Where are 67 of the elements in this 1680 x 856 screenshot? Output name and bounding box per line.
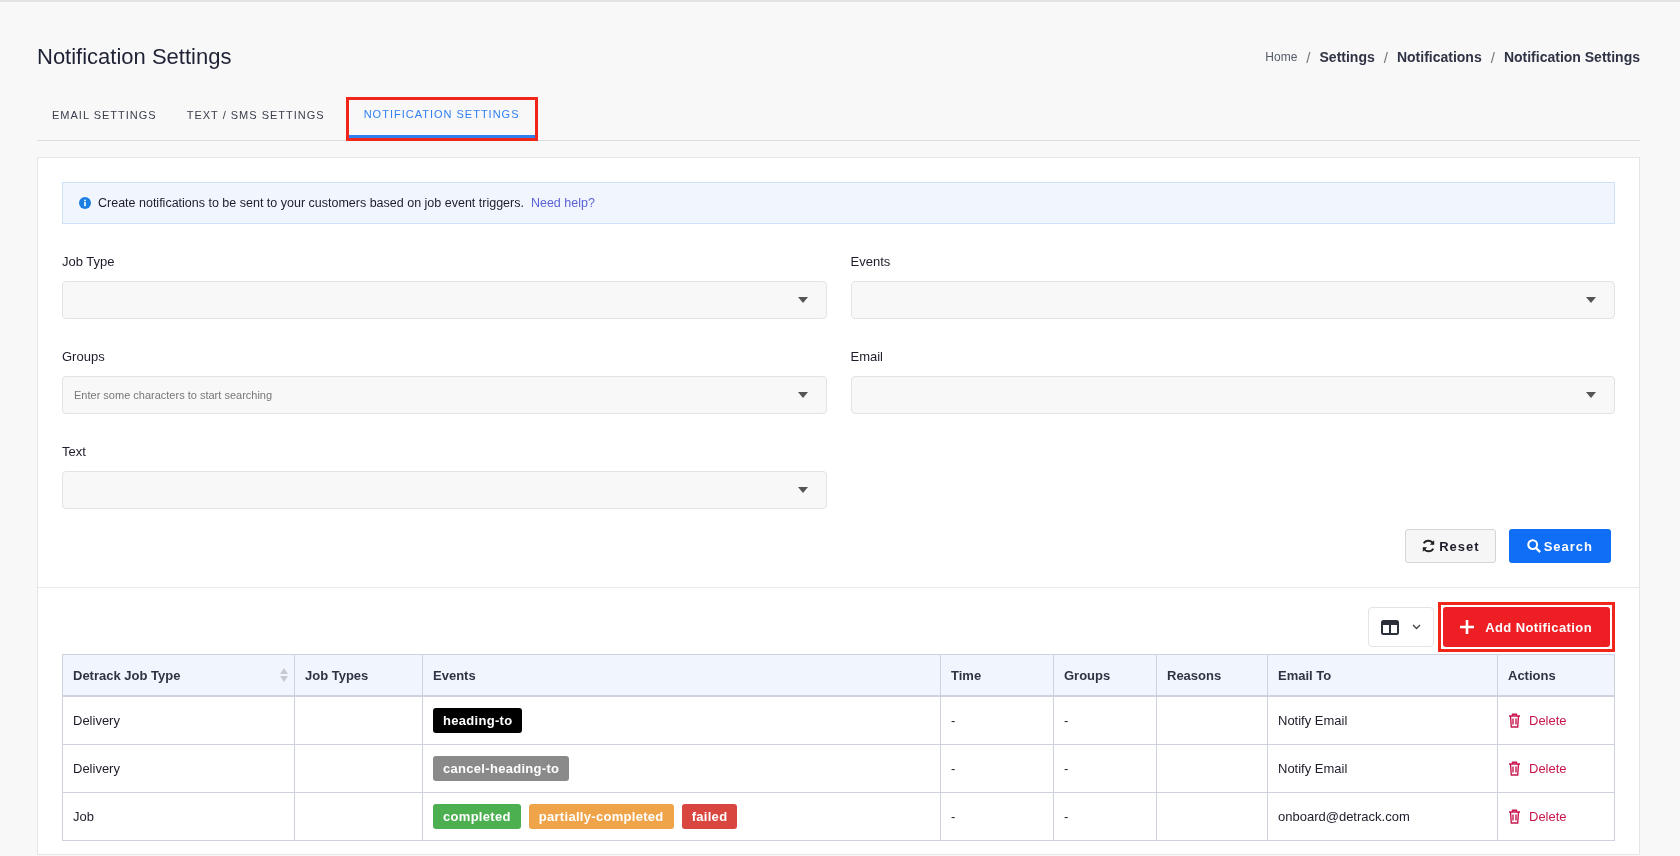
table-cell: -	[940, 744, 1054, 793]
trash-icon	[1508, 713, 1521, 728]
column-header: Job Types	[294, 654, 423, 696]
table-cell: Delivery	[62, 744, 295, 793]
event-tag: cancel-heading-to	[433, 756, 570, 781]
add-notification-button[interactable]: Add Notification	[1443, 607, 1610, 647]
help-link[interactable]: Need help?	[530, 196, 595, 210]
caret-icon	[797, 392, 808, 398]
select-field[interactable]	[62, 471, 827, 509]
select-field[interactable]	[62, 281, 827, 319]
breadcrumb-link[interactable]: Home	[1265, 50, 1298, 64]
column-header: Actions	[1497, 654, 1615, 696]
table-cell: -	[1053, 792, 1157, 841]
breadcrumb-link[interactable]: Settings	[1319, 49, 1375, 65]
field-label: Events	[850, 254, 892, 269]
column-header: Email To	[1267, 654, 1498, 696]
breadcrumb-separator: /	[1490, 48, 1495, 66]
tab[interactable]: EMAIL SETTINGS	[37, 104, 172, 140]
caret-icon	[1586, 392, 1596, 398]
tab[interactable]: NOTIFICATION SETTINGS	[348, 100, 535, 138]
breadcrumb-link[interactable]: Notifications	[1396, 49, 1482, 65]
search-button[interactable]: Search	[1508, 529, 1611, 563]
breadcrumb-link[interactable]: Notification Settings	[1503, 49, 1640, 65]
field-label: Text	[62, 444, 87, 459]
event-tag: failed	[681, 804, 738, 829]
event-tag: completed	[433, 804, 521, 829]
refresh-icon	[1421, 539, 1437, 553]
chevron-down-icon	[1412, 624, 1422, 630]
table-cell: -	[1053, 744, 1157, 793]
caret-icon	[1586, 297, 1596, 303]
breadcrumb-separator: /	[1306, 48, 1311, 66]
column-header: Time	[940, 654, 1054, 696]
caret-icon	[797, 487, 808, 493]
column-toggle-button[interactable]	[1368, 607, 1435, 647]
trash-icon	[1508, 809, 1521, 824]
select-field[interactable]	[850, 376, 1615, 414]
breadcrumb-separator: /	[1383, 48, 1388, 66]
table-cell: onboard@detrack.com	[1267, 792, 1498, 841]
select-field[interactable]	[850, 281, 1615, 319]
table-cell: -	[940, 792, 1054, 841]
field-label: Groups	[62, 349, 106, 364]
info-icon	[79, 197, 91, 209]
column-header[interactable]: Detrack Job Type	[62, 654, 295, 696]
event-tag: heading-to	[433, 708, 523, 733]
column-header: Reasons	[1156, 654, 1268, 696]
trash-icon	[1508, 761, 1521, 776]
reset-button[interactable]: Reset	[1405, 529, 1496, 563]
info-text: Create notifications to be sent to your customers based on job event triggers.	[98, 196, 524, 210]
tab[interactable]: TEXT / SMS SETTINGS	[171, 104, 340, 140]
table-cell: Job	[62, 792, 295, 841]
table-cell: Notify Email	[1267, 744, 1498, 793]
sort-icon	[280, 668, 288, 682]
table-cell: Notify Email	[1267, 696, 1498, 745]
column-header: Events	[422, 654, 941, 696]
caret-icon	[797, 297, 808, 303]
table-cell: -	[940, 696, 1054, 745]
select-field[interactable]: Enter some characters to start searching	[62, 376, 827, 414]
table-cell: -	[1053, 696, 1157, 745]
column-header: Groups	[1053, 654, 1157, 696]
columns-icon	[1381, 619, 1400, 635]
field-label: Job Type	[62, 254, 116, 269]
page-title: Notification Settings	[37, 44, 232, 70]
event-tag: partially-completed	[528, 804, 674, 829]
plus-icon	[1460, 620, 1475, 634]
field-label: Email	[850, 349, 884, 364]
table-cell: Delivery	[62, 696, 295, 745]
search-icon	[1526, 539, 1541, 553]
